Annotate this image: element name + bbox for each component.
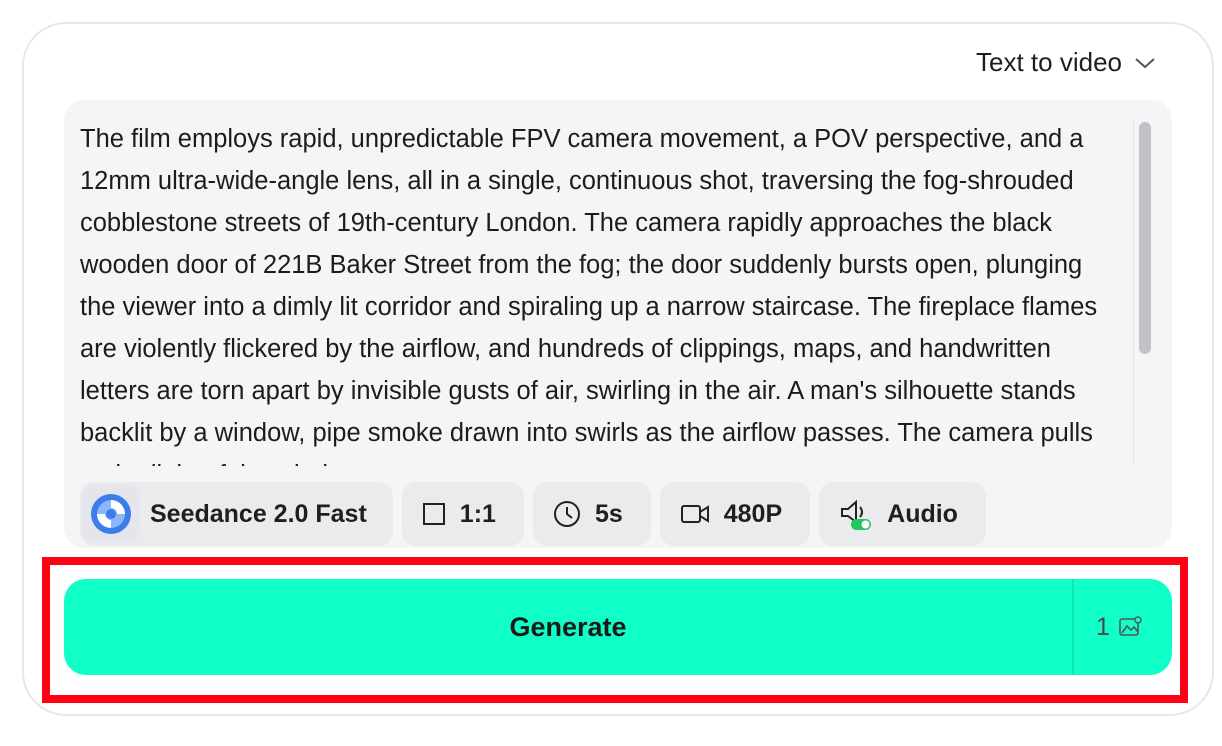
mode-dropdown[interactable]: Text to video xyxy=(976,47,1156,78)
credit-cost: 1 xyxy=(1096,579,1142,675)
aspect-ratio-selector[interactable]: 1:1 xyxy=(401,482,524,546)
options-bar: Seedance 2.0 Fast 1:1 5s 480P Audio xyxy=(80,482,986,546)
resolution-label: 480P xyxy=(723,499,783,528)
generate-button[interactable]: Generate 1 xyxy=(64,579,1172,675)
audio-icon xyxy=(841,499,872,530)
credit-cost-value: 1 xyxy=(1096,612,1110,641)
duration-label: 5s xyxy=(594,499,623,528)
prompt-container: The film employs rapid, unpredictable FP… xyxy=(64,100,1172,548)
chevron-down-icon xyxy=(1135,57,1155,68)
square-icon xyxy=(422,503,445,525)
clock-icon xyxy=(553,501,580,527)
generate-divider xyxy=(1072,579,1074,675)
aspect-ratio-label: 1:1 xyxy=(459,499,496,528)
duration-selector[interactable]: 5s xyxy=(532,482,651,546)
scrollbar-thumb[interactable] xyxy=(1139,122,1151,354)
image-credit-icon xyxy=(1119,616,1142,636)
generate-label: Generate xyxy=(509,611,627,642)
audio-toggle[interactable]: Audio xyxy=(819,482,986,546)
seedance-logo-icon xyxy=(82,485,140,543)
audio-label: Audio xyxy=(887,499,958,528)
prompt-textarea[interactable]: The film employs rapid, unpredictable FP… xyxy=(80,118,1120,466)
prompt-scrollbar[interactable] xyxy=(1133,118,1153,466)
model-label: Seedance 2.0 Fast xyxy=(150,499,367,528)
mode-label: Text to video xyxy=(976,47,1122,77)
model-selector[interactable]: Seedance 2.0 Fast xyxy=(80,482,393,546)
video-camera-icon xyxy=(680,505,709,523)
resolution-selector[interactable]: 480P xyxy=(659,482,811,546)
